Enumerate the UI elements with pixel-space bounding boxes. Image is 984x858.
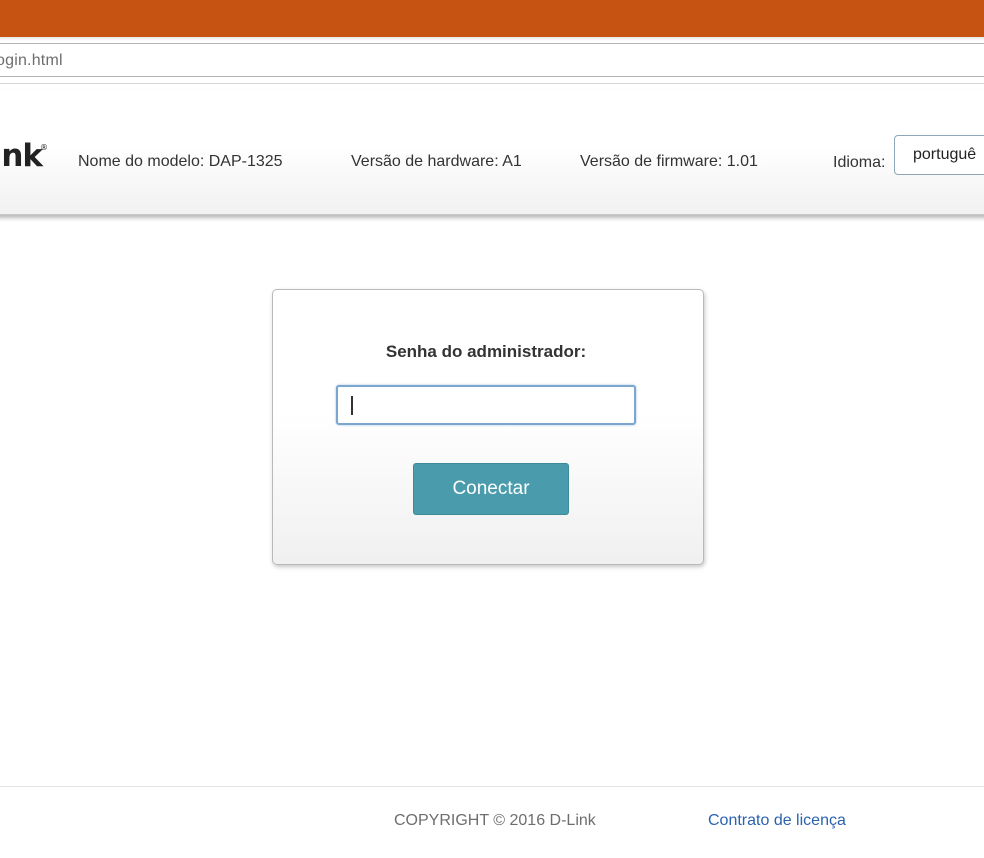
- password-label: Senha do administrador:: [385, 342, 587, 361]
- text-caret: [351, 396, 353, 415]
- firmware-version: Versão de firmware: 1.01: [580, 153, 758, 170]
- license-agreement-link[interactable]: Contrato de licença: [708, 812, 846, 830]
- hardware-version: Versão de hardware: A1: [351, 153, 522, 170]
- browser-title-bar: [0, 0, 984, 37]
- logo-text: nk: [1, 138, 43, 174]
- language-selected-value: portuguê: [913, 146, 977, 163]
- language-select[interactable]: portuguê: [894, 135, 984, 175]
- model-name: Nome do modelo: DAP-1325: [78, 153, 283, 170]
- copyright-text: COPYRIGHT © 2016 D-Link: [394, 812, 596, 829]
- connect-button[interactable]: Conectar: [413, 463, 569, 515]
- address-bar[interactable]: ogin.html: [0, 43, 984, 77]
- logo-registered-mark: ®: [40, 143, 48, 152]
- login-panel: Senha do administrador: Conectar: [272, 289, 704, 565]
- password-input[interactable]: [336, 385, 636, 425]
- title-bar-shadow: [0, 37, 984, 41]
- language-label: Idioma:: [833, 154, 886, 171]
- address-divider: [0, 83, 984, 84]
- dlink-logo: nk ®: [0, 138, 48, 178]
- footer-divider: [0, 786, 984, 787]
- address-url[interactable]: ogin.html: [0, 52, 63, 70]
